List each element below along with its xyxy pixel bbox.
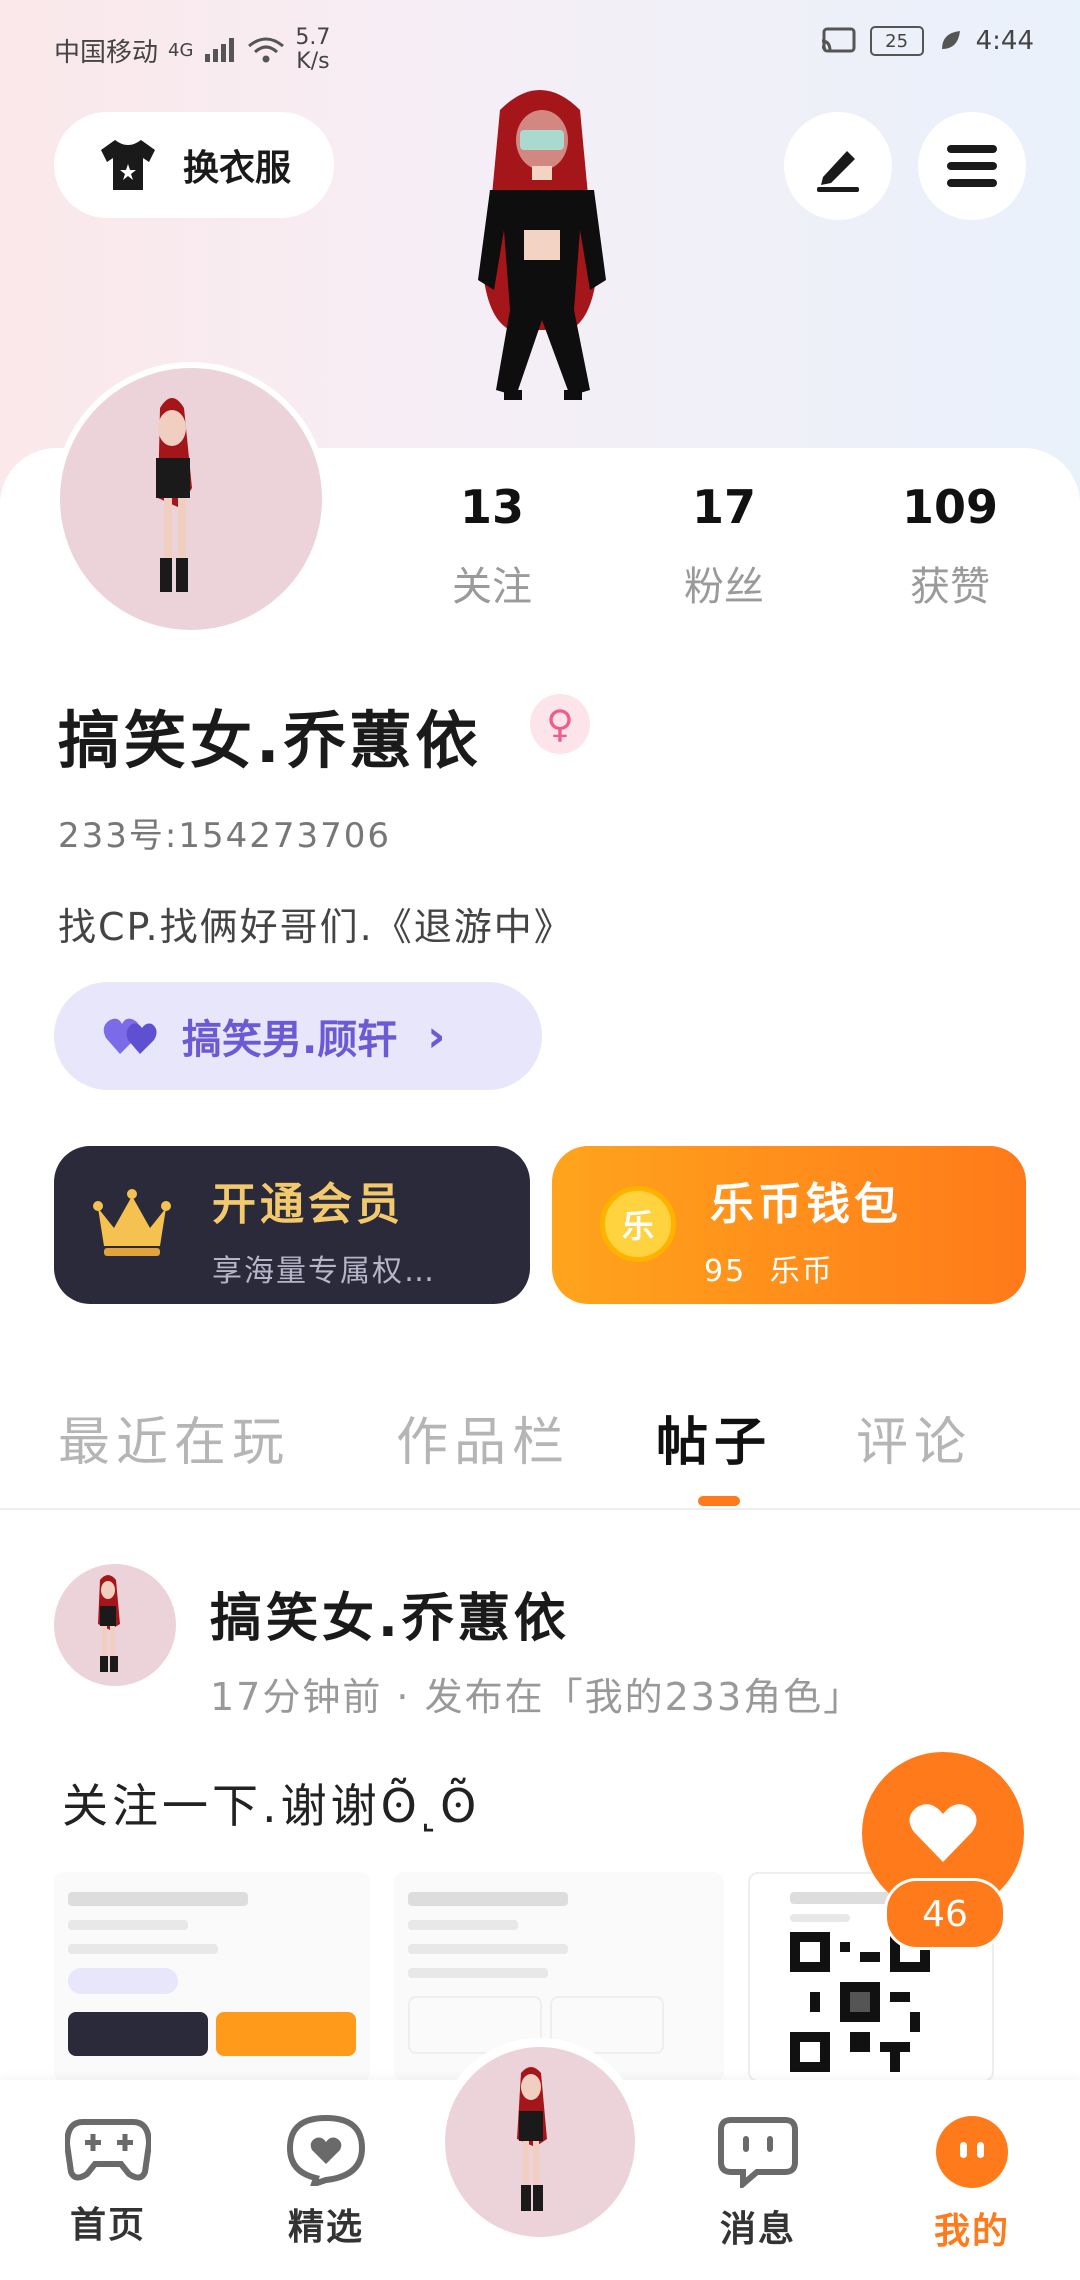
- clock: 4:44: [975, 26, 1034, 56]
- carrier-label: 中国移动: [54, 37, 159, 68]
- likes-stat[interactable]: 109 获赞: [860, 480, 1040, 612]
- vip-membership-card[interactable]: 开通会员 享海量专属权…: [54, 1146, 530, 1304]
- gamepad-icon: [63, 2119, 153, 2181]
- profile-bio: 找CP.找俩好哥们.《退游中》: [58, 905, 574, 949]
- like-count: 46: [884, 1878, 1006, 1950]
- coin-icon: 乐: [600, 1186, 676, 1262]
- user-id: 233号:154273706: [58, 816, 392, 856]
- followers-label: 粉丝: [684, 564, 764, 610]
- wallet-balance: 95 乐币: [704, 1254, 834, 1289]
- post-text: 关注一下.谢谢ʘ̃˻ʘ̃: [62, 1779, 481, 1833]
- nav-messages[interactable]: 消息: [688, 2114, 828, 2252]
- avatar-character-illustration[interactable]: [420, 80, 660, 450]
- following-stat[interactable]: 13 关注: [402, 480, 582, 612]
- nav-featured-label: 精选: [287, 2207, 364, 2248]
- post-image-1[interactable]: [54, 1872, 370, 2082]
- avatar-figure: [156, 398, 192, 592]
- female-icon: ♀: [530, 694, 590, 754]
- nav-center-avatar: [445, 2047, 635, 2237]
- wallet-title: 乐币钱包: [710, 1179, 902, 1230]
- profile-tabs: 最近在玩 作品栏 帖子 评论: [0, 1400, 1080, 1510]
- pencil-icon: [817, 151, 859, 192]
- double-heart-icon: [103, 1018, 157, 1054]
- post-meta: 17分钟前 · 发布在「我的233角色」: [210, 1675, 864, 1719]
- post-author-name[interactable]: 搞笑女.乔蕙依: [210, 1576, 570, 1651]
- cp-partner-button[interactable]: 搞笑男.顾轩 ›: [54, 982, 542, 1090]
- network-speed: 5.7 K/s: [295, 25, 331, 74]
- center-avatar-figure: [517, 2067, 547, 2211]
- message-icon: [718, 2117, 798, 2191]
- heart-chat-icon: [286, 2114, 366, 2189]
- signal-icon: [205, 38, 235, 62]
- tab-recently-played[interactable]: 最近在玩: [58, 1400, 290, 1475]
- nav-me-label: 我的: [933, 2211, 1010, 2252]
- post-avatar-figure: [98, 1575, 120, 1672]
- dress-up-button[interactable]: 换衣服: [54, 112, 334, 218]
- following-count: 13: [459, 480, 524, 534]
- tab-posts[interactable]: 帖子: [656, 1400, 772, 1475]
- battery-icon: 25: [869, 26, 924, 56]
- wifi-icon: [248, 37, 285, 63]
- heart-icon: [909, 1804, 977, 1862]
- edit-profile-button[interactable]: [784, 112, 892, 220]
- cast-icon: [821, 27, 856, 53]
- coin-wallet-card[interactable]: 乐 乐币钱包 95 乐币: [552, 1146, 1026, 1304]
- followers-stat[interactable]: 17 粉丝: [634, 480, 814, 612]
- tab-works[interactable]: 作品栏: [396, 1400, 570, 1475]
- vip-title: 开通会员: [212, 1179, 404, 1230]
- nav-featured[interactable]: 精选: [256, 2114, 396, 2250]
- menu-button[interactable]: [918, 112, 1026, 220]
- active-tab-indicator: [698, 1496, 740, 1506]
- profile-name: 搞笑女.乔蕙依: [58, 704, 482, 777]
- cp-partner-name: 搞笑男.顾轩: [182, 1017, 398, 1063]
- nav-home[interactable]: 首页: [38, 2114, 178, 2248]
- leaf-icon: [941, 31, 960, 49]
- vip-subtitle: 享海量专属权…: [212, 1254, 436, 1289]
- tab-comments[interactable]: 评论: [856, 1400, 972, 1475]
- post-author-avatar[interactable]: [54, 1564, 176, 1686]
- hamburger-icon: [947, 145, 997, 187]
- profile-avatar[interactable]: [54, 362, 328, 636]
- chevron-right-icon: ›: [427, 1010, 446, 1062]
- nav-messages-label: 消息: [719, 2209, 796, 2250]
- qr-code-icon: [790, 1932, 930, 2072]
- nav-me[interactable]: 我的: [902, 2114, 1042, 2254]
- status-bar: 中国移动 4G 5.7 K/s 25 4:44: [0, 18, 1080, 78]
- dress-up-label: 换衣服: [182, 148, 291, 189]
- network-label: 4G: [168, 39, 194, 61]
- tabs-divider: [0, 1508, 1080, 1510]
- crown-icon: [93, 1189, 171, 1256]
- following-label: 关注: [452, 564, 532, 610]
- followers-count: 17: [691, 480, 756, 534]
- nav-home-label: 首页: [69, 2205, 146, 2246]
- me-icon: [936, 2116, 1008, 2188]
- tshirt-icon: [100, 140, 155, 190]
- likes-label: 获赞: [910, 564, 990, 610]
- nav-center-avatar-button[interactable]: [436, 2038, 644, 2246]
- likes-count: 109: [901, 480, 999, 534]
